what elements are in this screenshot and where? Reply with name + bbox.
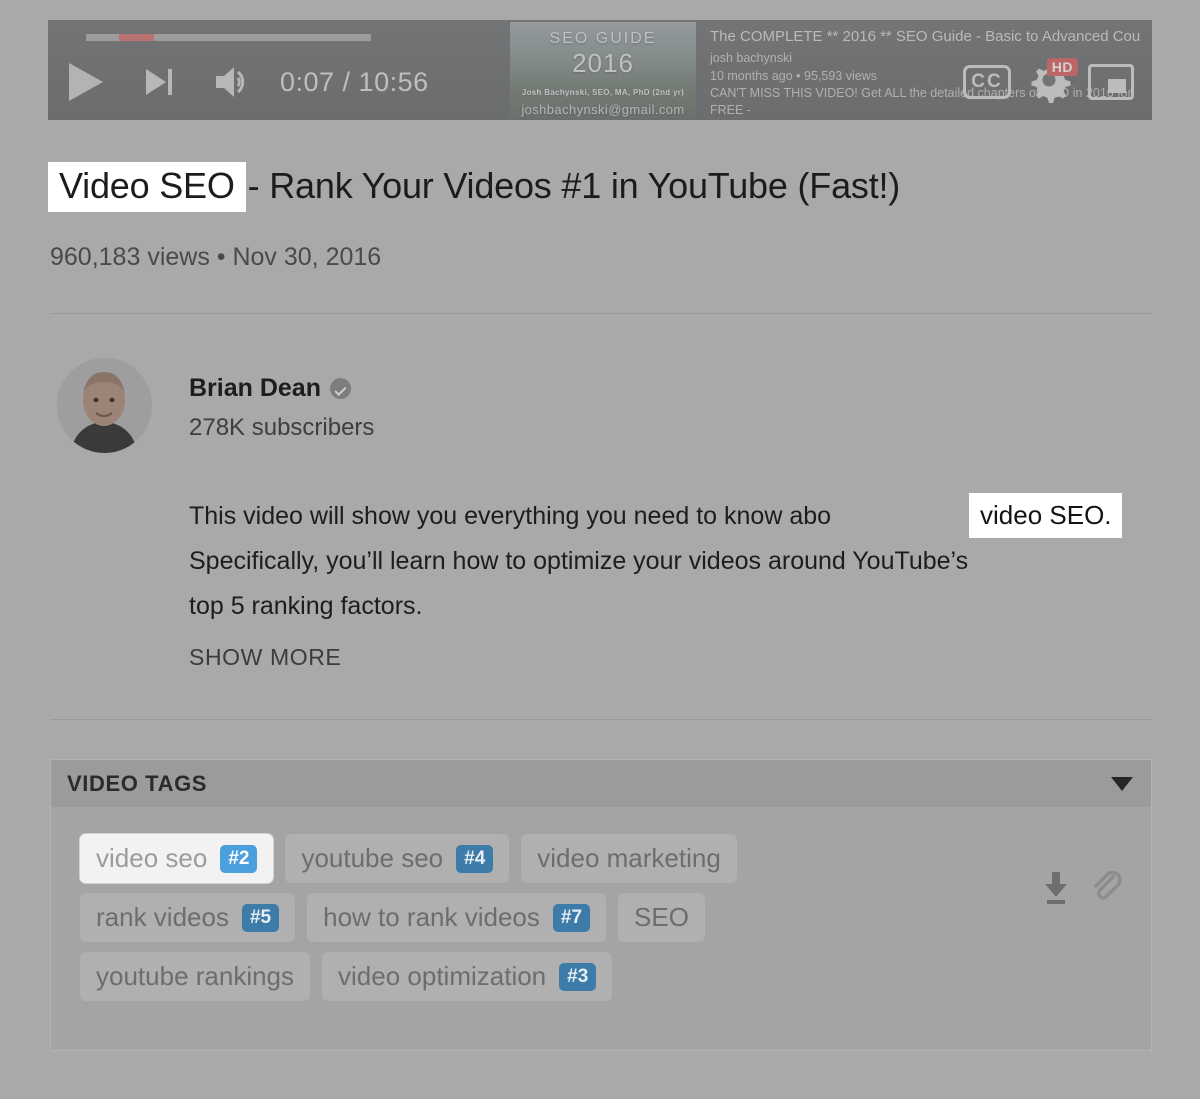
player-controls: 0:07 / 10:56 (48, 54, 429, 110)
play-button[interactable] (48, 54, 122, 110)
tag-label: youtube rankings (96, 961, 295, 991)
tag-chip[interactable]: video seo #2 (80, 834, 274, 883)
tag-label: video marketing (537, 843, 721, 873)
download-icon (1041, 870, 1071, 906)
title-highlight: Video SEO (48, 162, 246, 212)
video-tags-header[interactable]: VIDEO TAGS (51, 760, 1151, 807)
miniplayer-button[interactable] (1080, 54, 1142, 110)
tag-actions (1039, 867, 1123, 909)
tag-list: video seo #2 youtube seo #4 video market… (80, 834, 1040, 1001)
tag-label: video optimization (338, 961, 547, 991)
verified-badge-icon (329, 378, 351, 399)
tag-chip[interactable]: youtube rankings (80, 952, 311, 1001)
tag-chip[interactable]: how to rank videos #7 (307, 893, 607, 942)
show-more-button[interactable]: SHOW MORE (189, 644, 341, 671)
tag-rank-badge: #3 (559, 962, 597, 991)
description-line-2: Specifically, you’ll learn how to optimi… (189, 547, 969, 575)
video-tags-title: VIDEO TAGS (67, 770, 208, 796)
tag-chip[interactable]: rank videos #5 (80, 893, 296, 942)
tag-rank-badge: #4 (456, 844, 494, 873)
play-icon (65, 61, 105, 103)
tag-label: SEO (634, 902, 689, 932)
video-tags-body: video seo #2 youtube seo #4 video market… (51, 807, 1151, 1001)
thumbnail-line-2: 2016 (572, 48, 634, 78)
tag-label: how to rank videos (323, 902, 540, 932)
next-video-button[interactable] (122, 54, 196, 110)
video-description: This video will show you everything you … (189, 493, 1189, 629)
tag-chip[interactable]: youtube seo #4 (285, 834, 510, 883)
hd-quality-badge: HD (1046, 58, 1078, 76)
tag-label: youtube seo (301, 843, 444, 873)
captions-button[interactable]: CC (956, 54, 1018, 110)
description-line-3: top 5 ranking factors. (189, 592, 423, 620)
video-stats: 960,183 views • Nov 30, 2016 (50, 243, 382, 271)
page-title: Video SEO - Rank Your Videos #1 in YouTub… (48, 162, 900, 212)
download-tags-button[interactable] (1039, 867, 1073, 909)
tag-chip[interactable]: SEO (618, 893, 705, 942)
avatar[interactable] (57, 358, 152, 453)
channel-name-label: Brian Dean (189, 374, 321, 402)
volume-icon (214, 65, 252, 99)
suggested-video-title: The COMPLETE ** 2016 ** SEO Guide - Basi… (710, 28, 1140, 45)
tag-rank-badge: #5 (241, 903, 280, 932)
progress-played-segment (119, 34, 154, 41)
thumbnail-line-4: joshbachynski@gmail.com (521, 102, 685, 117)
tag-rank-badge: #2 (220, 844, 258, 873)
suggested-video-description-line-2: joshbachynski@gmail.com - Real-Time ... (710, 119, 1140, 121)
thumbnail-line-1: SEO GUIDE (549, 30, 657, 47)
tag-rank-badge: #7 (552, 903, 591, 932)
tag-label: video seo (96, 843, 208, 873)
tag-chip[interactable]: video marketing (521, 834, 737, 883)
chevron-down-icon[interactable] (1111, 776, 1133, 791)
thumbnail-line-3: Josh Bachynski, SEO, MA, PhD (2nd yr) (521, 88, 685, 97)
tag-row: rank videos #5 how to rank videos #7 SEO (80, 893, 1040, 942)
tag-chip[interactable]: video optimization #3 (322, 952, 613, 1001)
channel-name[interactable]: Brian Dean (189, 374, 351, 403)
next-video-icon (143, 66, 175, 98)
title-rest: - Rank Your Videos #1 in YouTube (Fast!) (247, 165, 901, 206)
subscriber-count: 278K subscribers (189, 414, 375, 441)
progress-bar[interactable] (86, 34, 371, 41)
video-player-bar: 0:07 / 10:56 SEO GUIDE 2016 Josh Bachyns… (48, 20, 1152, 120)
time-display: 0:07 / 10:56 (280, 66, 429, 97)
volume-button[interactable] (196, 54, 270, 110)
settings-button[interactable]: HD (1018, 54, 1080, 110)
miniplayer-icon (1088, 64, 1134, 100)
description-highlight: video SEO. (969, 493, 1122, 538)
captions-icon: CC (963, 65, 1011, 99)
divider-bottom (50, 719, 1152, 720)
miniplayer-inner-rect (1108, 79, 1126, 93)
suggested-video-thumbnail[interactable]: SEO GUIDE 2016 Josh Bachynski, SEO, MA, … (510, 22, 696, 118)
divider-top (50, 313, 1152, 314)
video-tags-panel: VIDEO TAGS video seo #2 youtube seo #4 v… (50, 759, 1152, 1051)
tag-row: video seo #2 youtube seo #4 video market… (80, 834, 1040, 883)
player-right-controls: CC HD (956, 54, 1142, 110)
attachment-button[interactable] (1089, 867, 1123, 909)
tag-label: rank videos (96, 902, 229, 932)
tag-row: youtube rankings video optimization #3 (80, 952, 1040, 1001)
paperclip-icon (1090, 871, 1122, 905)
